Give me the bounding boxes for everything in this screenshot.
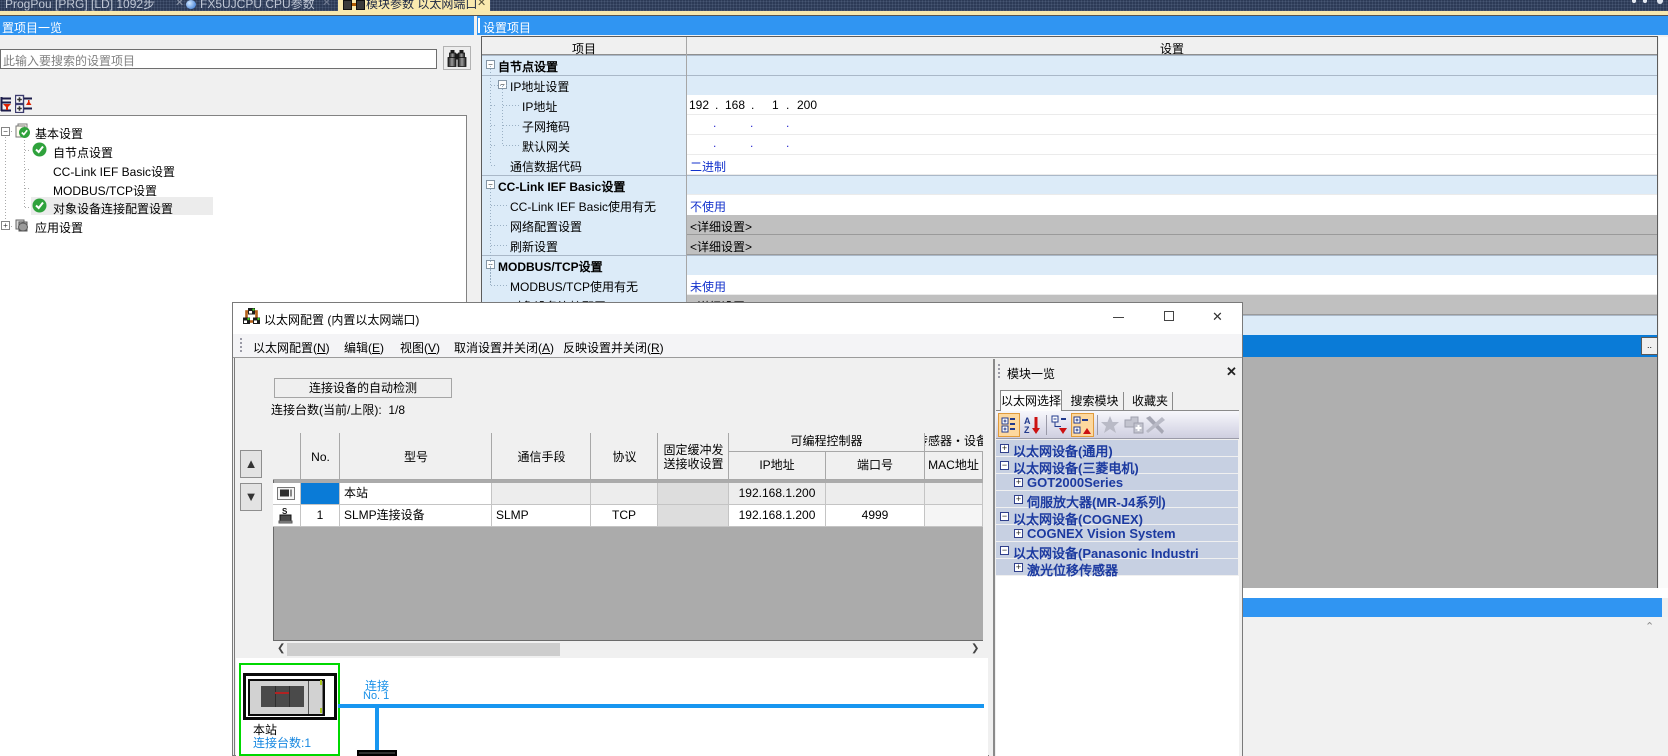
svg-text:Z: Z bbox=[1024, 425, 1030, 435]
